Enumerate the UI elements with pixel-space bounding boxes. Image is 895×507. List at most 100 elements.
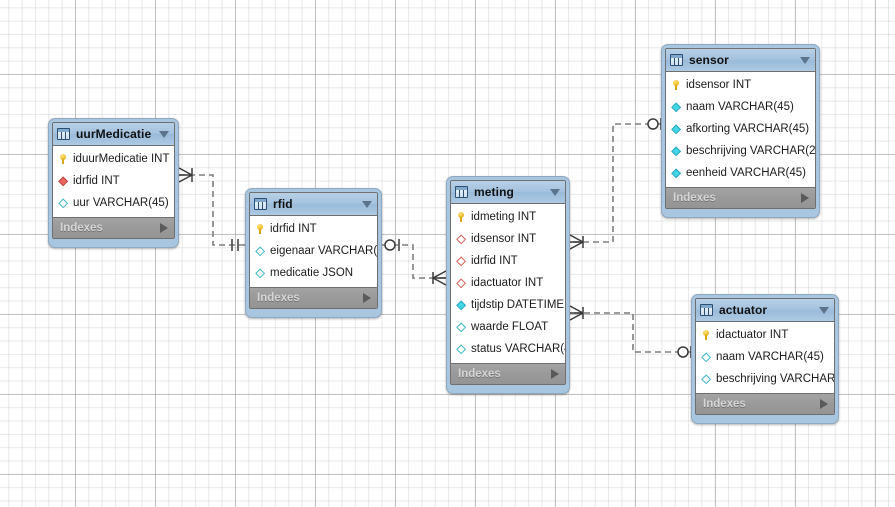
table-body: sensor idsensor INT naam VARCHAR(45) afkort… [665, 48, 816, 209]
column-label: eigenaar VARCHAR(45) [270, 245, 378, 257]
table-title: meting [474, 185, 514, 199]
chevron-down-icon[interactable] [362, 200, 372, 208]
column-row[interactable]: medicatie JSON [250, 262, 377, 284]
column-nullable-icon [252, 265, 268, 281]
triangle-right-icon[interactable] [551, 369, 559, 379]
indexes-section[interactable]: Indexes [696, 393, 834, 414]
column-row[interactable]: beschrijving VARCHAR(45) [696, 368, 834, 390]
table-icon [455, 186, 468, 198]
column-row[interactable]: uur VARCHAR(45) [53, 192, 174, 214]
table-header[interactable]: rfid [250, 193, 377, 216]
column-row[interactable]: eigenaar VARCHAR(45) [250, 240, 377, 262]
column-label: idactuator INT [716, 329, 789, 341]
column-row[interactable]: eenheid VARCHAR(45) [666, 162, 815, 184]
chevron-down-icon[interactable] [819, 306, 829, 314]
table-title: actuator [719, 303, 768, 317]
column-label: medicatie JSON [270, 267, 354, 279]
table-body: rfid idrfid INT eigenaar VARCHAR(45) medica… [249, 192, 378, 309]
indexes-section[interactable]: Indexes [53, 217, 174, 238]
zero-one-marker-actuator-left [677, 346, 692, 358]
table-header[interactable]: uurMedicatie [53, 123, 174, 146]
zero-one-marker-rfid-right [384, 239, 400, 251]
table-actuator[interactable]: actuator idactuator INT naam VARCHAR(45) be… [691, 294, 839, 424]
column-label: status VARCHAR(45) [471, 343, 565, 355]
column-row[interactable]: beschrijving VARCHAR(200) [666, 140, 815, 162]
column-row[interactable]: idmeting INT [451, 206, 565, 228]
column-row[interactable]: iduurMedicatie INT [53, 148, 174, 170]
column-row[interactable]: idrfid INT [53, 170, 174, 192]
column-row[interactable]: tijdstip DATETIME [451, 294, 565, 316]
table-icon [57, 128, 70, 140]
chevron-down-icon[interactable] [550, 188, 560, 196]
table-uurmedicatie[interactable]: uurMedicatie iduurMedicatie INT idrfid INT… [48, 118, 179, 248]
column-label: afkorting VARCHAR(45) [686, 123, 810, 135]
column-row[interactable]: naam VARCHAR(45) [666, 96, 815, 118]
column-list: idsensor INT naam VARCHAR(45) afkorting VA… [666, 72, 815, 187]
primary-key-icon [255, 223, 266, 235]
column-notnull-icon [668, 165, 684, 181]
table-title: uurMedicatie [76, 127, 152, 141]
relationship-line-actuator-meting [570, 312, 691, 353]
column-label: beschrijving VARCHAR(200) [686, 145, 816, 157]
table-meting[interactable]: meting idmeting INT idsensor INT idrfid INT… [446, 176, 570, 394]
triangle-right-icon[interactable] [820, 399, 828, 409]
column-nullable-icon [453, 319, 469, 335]
indexes-section[interactable]: Indexes [451, 363, 565, 384]
primary-key-icon [671, 79, 682, 91]
eer-diagram-canvas[interactable]: uurMedicatie iduurMedicatie INT idrfid INT… [0, 0, 895, 507]
column-row[interactable]: idactuator INT [696, 324, 834, 346]
column-row[interactable]: idrfid INT [451, 250, 565, 272]
column-notnull-icon [668, 121, 684, 137]
column-nullable-icon [55, 195, 71, 211]
table-title: sensor [689, 53, 729, 67]
column-row[interactable]: afkorting VARCHAR(45) [666, 118, 815, 140]
column-notnull-icon [668, 143, 684, 159]
column-notnull-icon [668, 99, 684, 115]
table-sensor[interactable]: sensor idsensor INT naam VARCHAR(45) afkort… [661, 44, 820, 218]
triangle-right-icon[interactable] [801, 193, 809, 203]
indexes-label: Indexes [60, 222, 103, 234]
table-icon [254, 198, 267, 210]
primary-key-icon [701, 329, 712, 341]
column-label: idsensor INT [471, 233, 537, 245]
column-row[interactable]: status VARCHAR(45) [451, 338, 565, 360]
column-list: idmeting INT idsensor INT idrfid INT idactu… [451, 204, 565, 363]
foreign-key-icon [453, 275, 469, 291]
column-list: idrfid INT eigenaar VARCHAR(45) medicatie … [250, 216, 377, 287]
table-header[interactable]: meting [451, 181, 565, 204]
indexes-section[interactable]: Indexes [250, 287, 377, 308]
column-row[interactable]: idrfid INT [250, 218, 377, 240]
column-row[interactable]: idactuator INT [451, 272, 565, 294]
triangle-right-icon[interactable] [363, 293, 371, 303]
column-row[interactable]: waarde FLOAT [451, 316, 565, 338]
indexes-section[interactable]: Indexes [666, 187, 815, 208]
triangle-right-icon[interactable] [160, 223, 168, 233]
foreign-key-icon [453, 253, 469, 269]
zero-one-marker-sensor-left [647, 118, 662, 130]
relationship-line-rfid-meting [382, 244, 446, 279]
column-nullable-icon [453, 341, 469, 357]
column-nullable-icon [698, 349, 714, 365]
column-row[interactable]: idsensor INT [451, 228, 565, 250]
table-rfid[interactable]: rfid idrfid INT eigenaar VARCHAR(45) medica… [245, 188, 382, 318]
column-label: eenheid VARCHAR(45) [686, 167, 806, 179]
crowsfoot-meting-left [432, 270, 447, 286]
table-header[interactable]: actuator [696, 299, 834, 322]
column-row[interactable]: idsensor INT [666, 74, 815, 96]
column-label: naam VARCHAR(45) [716, 351, 824, 363]
chevron-down-icon[interactable] [159, 130, 169, 138]
column-label: idrfid INT [270, 223, 317, 235]
primary-key-icon [456, 211, 467, 223]
table-body: meting idmeting INT idsensor INT idrfid INT… [450, 180, 566, 385]
table-icon [700, 304, 713, 316]
column-label: naam VARCHAR(45) [686, 101, 794, 113]
indexes-label: Indexes [703, 398, 746, 410]
primary-key-icon [58, 153, 69, 165]
column-nullable-icon [698, 371, 714, 387]
relationship-line-uurmedicatie-rfid [179, 174, 245, 246]
column-row[interactable]: naam VARCHAR(45) [696, 346, 834, 368]
column-label: tijdstip DATETIME [471, 299, 565, 311]
column-nullable-icon [252, 243, 268, 259]
table-header[interactable]: sensor [666, 49, 815, 72]
chevron-down-icon[interactable] [800, 56, 810, 64]
